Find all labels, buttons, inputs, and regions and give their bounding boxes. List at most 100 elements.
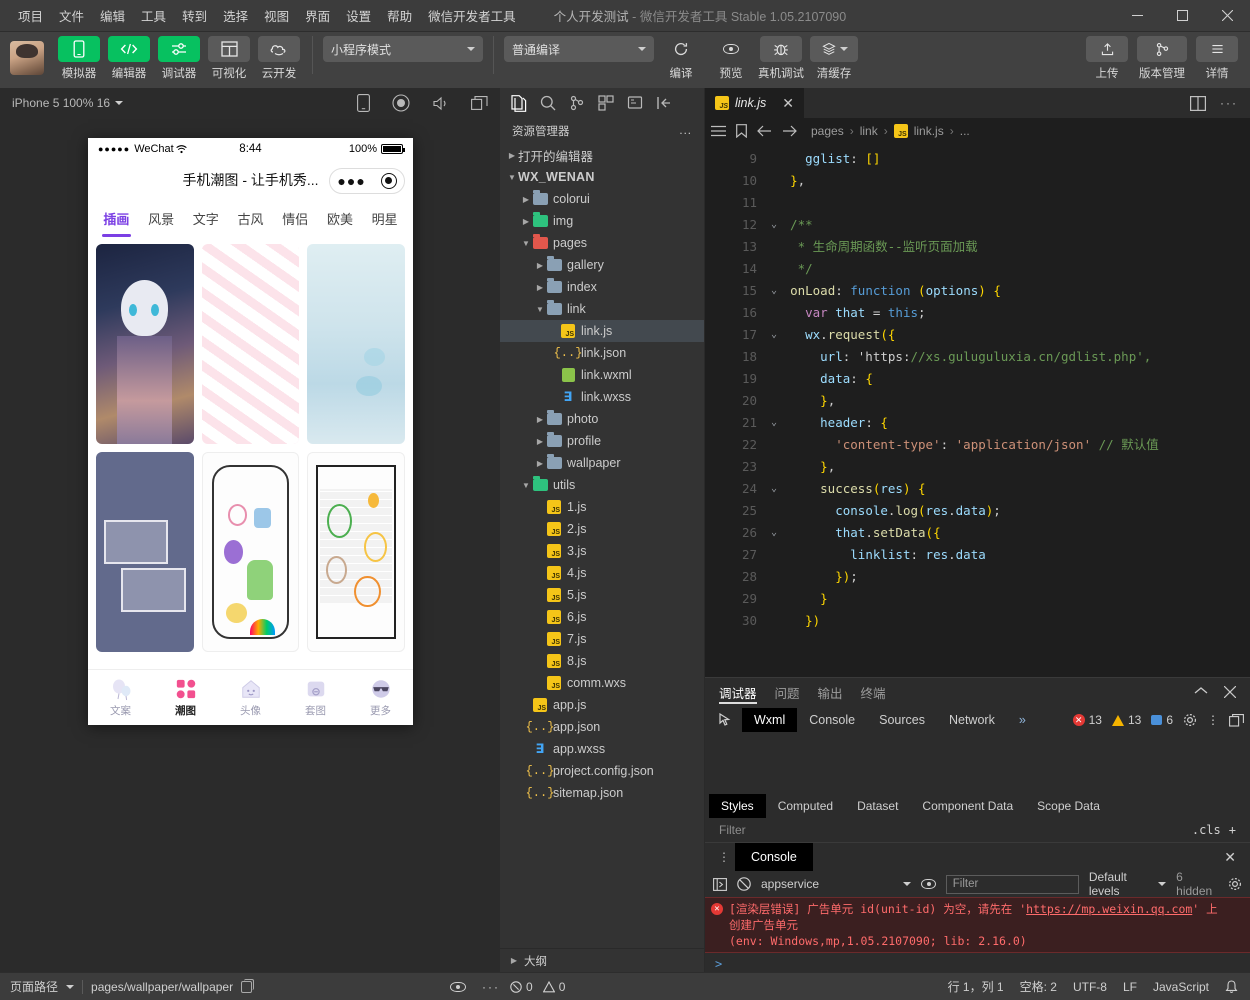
tree-folder[interactable]: ▶ photo	[500, 408, 704, 430]
phone-category-tabs[interactable]: 插画 风景 文字 古风 情侣 欧美 明星	[88, 200, 413, 237]
eye-icon[interactable]	[450, 981, 466, 992]
outline-section[interactable]: ▶ 大纲	[500, 948, 704, 972]
eye-icon[interactable]	[921, 879, 936, 889]
grid-image-card[interactable]	[307, 244, 405, 444]
tree-file[interactable]: link.wxml	[500, 364, 704, 386]
debugger-panel-tab-2[interactable]: 输出	[818, 678, 843, 706]
window-icon[interactable]	[471, 95, 488, 111]
volume-icon[interactable]	[432, 96, 449, 111]
code-line[interactable]: 'content-type': 'application/json' // 默认…	[775, 434, 1250, 456]
tree-file[interactable]: JS link.js	[500, 320, 704, 342]
tree-file[interactable]: ∃ link.wxss	[500, 386, 704, 408]
compile-button[interactable]: 编译	[658, 36, 704, 81]
grid-image-card[interactable]	[201, 452, 300, 652]
phone-tabbar-item-3[interactable]: 套图	[283, 670, 348, 725]
code-line[interactable]: }	[775, 588, 1250, 610]
sidebar-toggle-icon[interactable]	[713, 877, 727, 891]
version-management-button[interactable]: 版本管理	[1134, 36, 1190, 81]
devtools-more-tabs[interactable]: »	[1007, 708, 1038, 732]
phone-tabbar-item-0[interactable]: 文案	[88, 670, 153, 725]
tree-folder[interactable]: ▼ link	[500, 298, 704, 320]
source-control-icon[interactable]	[564, 90, 590, 116]
menu-item-2[interactable]: 编辑	[92, 2, 133, 29]
phone-category-4[interactable]: 情侣	[273, 209, 318, 228]
code-line[interactable]: gglist: []	[775, 148, 1250, 170]
mode-select[interactable]: 小程序模式	[323, 36, 483, 62]
menu-item-5[interactable]: 选择	[215, 2, 256, 29]
forward-icon[interactable]	[782, 125, 797, 137]
inspect-element-icon[interactable]	[711, 712, 742, 728]
record-icon[interactable]	[392, 94, 410, 112]
more-icon[interactable]: ···	[1220, 96, 1238, 110]
debugger-panel-tabs[interactable]: 调试器 问题 输出 终端	[705, 678, 1250, 706]
phone-image-grid[interactable]	[88, 236, 413, 669]
kebab-icon[interactable]: ⋮	[1207, 713, 1219, 727]
close-button[interactable]	[1205, 0, 1250, 32]
code-line[interactable]: */	[775, 258, 1250, 280]
tree-file[interactable]: JS 3.js	[500, 540, 704, 562]
code-line[interactable]: linklist: res.data	[775, 544, 1250, 566]
tree-file[interactable]: JS app.js	[500, 694, 704, 716]
clear-console-icon[interactable]	[737, 877, 751, 891]
fold-chevron-icon[interactable]: ⌄	[771, 478, 777, 500]
debugger-panel-tab-1[interactable]: 问题	[775, 678, 800, 706]
grid-image-card[interactable]	[96, 244, 194, 444]
outline-toggle-icon[interactable]	[711, 125, 726, 137]
gear-icon[interactable]	[1228, 877, 1242, 891]
chevron-down-icon[interactable]: ▼	[506, 173, 518, 182]
console-tab[interactable]: Console	[735, 843, 813, 871]
chevron-right-icon[interactable]: ▶	[534, 437, 546, 446]
grid-image-card[interactable]	[201, 244, 300, 444]
tree-folder[interactable]: ▼ utils	[500, 474, 704, 496]
breadcrumb-item-3[interactable]: ...	[960, 124, 970, 138]
grid-image-card[interactable]	[96, 452, 194, 652]
tree-folder[interactable]: ▶ 打开的编辑器	[500, 144, 704, 166]
status-warning-count-group[interactable]: 0	[542, 980, 565, 994]
tree-file[interactable]: {..} app.json	[500, 716, 704, 738]
styles-tab-0[interactable]: Styles	[709, 794, 766, 818]
devtools-tabs[interactable]: Wxml Console Sources Network» ✕ 13 13 6 ⋮	[705, 706, 1250, 734]
minimize-button[interactable]	[1115, 0, 1160, 32]
status-error-count-group[interactable]: 0	[510, 980, 533, 994]
phone-tabbar-item-1[interactable]: 潮图	[153, 670, 218, 725]
code-line[interactable]: var that = this;	[775, 302, 1250, 324]
breadcrumb-item-0[interactable]: pages	[811, 124, 844, 138]
tree-folder[interactable]: ▶ gallery	[500, 254, 704, 276]
tree-file[interactable]: JS 2.js	[500, 518, 704, 540]
files-icon[interactable]	[506, 90, 532, 116]
code-line[interactable]: data: {	[775, 368, 1250, 390]
code-line[interactable]: console.log(res.data);	[775, 500, 1250, 522]
upload-button[interactable]: 上传	[1084, 36, 1130, 81]
error-badge[interactable]: ✕ 13	[1072, 713, 1102, 727]
console-levels-select[interactable]: Default levels	[1089, 870, 1167, 898]
menu-item-7[interactable]: 界面	[297, 2, 338, 29]
tree-file[interactable]: JS comm.wxs	[500, 672, 704, 694]
capsule-more-icon[interactable]: ●●●	[337, 173, 365, 189]
status-bar-problems[interactable]: 0 0	[500, 980, 705, 994]
close-icon[interactable]: ✕	[1210, 843, 1250, 871]
chevron-right-icon[interactable]: ▶	[534, 459, 546, 468]
maximize-button[interactable]	[1160, 0, 1205, 32]
encoding[interactable]: UTF-8	[1073, 980, 1107, 994]
code-line[interactable]: wx.request({	[775, 324, 1250, 346]
tree-file[interactable]: ∃ app.wxss	[500, 738, 704, 760]
tree-file[interactable]: JS 8.js	[500, 650, 704, 672]
tree-file[interactable]: {..} project.config.json	[500, 760, 704, 782]
tree-file[interactable]: JS 4.js	[500, 562, 704, 584]
split-editor-icon[interactable]	[1190, 95, 1206, 111]
breadcrumb[interactable]: pages › link › JS link.js ›...	[705, 118, 1250, 144]
chevron-down-icon[interactable]	[115, 101, 124, 105]
warning-badge[interactable]: 13	[1111, 713, 1141, 727]
toolbar-button-4[interactable]: 云开发	[256, 36, 302, 81]
code-content[interactable]: gglist: [] }, /** * 生命周期函数--监听页面加载 */ on…	[763, 144, 1250, 677]
menu-item-9[interactable]: 帮助	[379, 2, 420, 29]
close-icon[interactable]	[1224, 686, 1236, 698]
console-prompt[interactable]: >	[705, 953, 1250, 972]
devtools-tab-console[interactable]: Console	[797, 708, 867, 732]
chevron-right-icon[interactable]: ▶	[520, 195, 532, 204]
indentation[interactable]: 空格: 2	[1020, 978, 1057, 995]
code-line[interactable]	[775, 192, 1250, 214]
menu-item-4[interactable]: 转到	[174, 2, 215, 29]
info-badge[interactable]: 6	[1151, 713, 1173, 727]
explorer-more-icon[interactable]: ...	[679, 125, 692, 137]
